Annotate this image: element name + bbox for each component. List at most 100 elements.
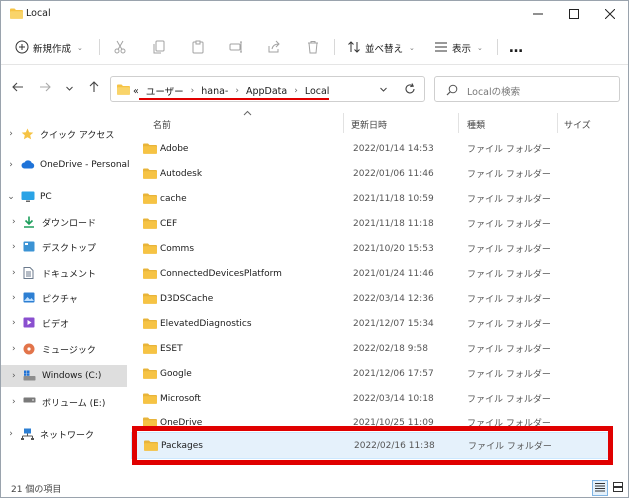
chevron-right-icon[interactable]: › xyxy=(1,344,21,354)
column-divider[interactable] xyxy=(557,113,558,133)
nav-item-downloads[interactable]: › ダウンロード xyxy=(1,211,127,233)
table-row[interactable]: D3DSCache 2022/03/14 12:36 ファイル フォルダー xyxy=(131,286,613,311)
rename-button[interactable] xyxy=(229,38,243,58)
nav-item-onedrive[interactable]: › OneDrive - Personal xyxy=(1,154,129,176)
chevron-right-icon[interactable]: › xyxy=(235,86,239,96)
search-box[interactable]: Localの検索 xyxy=(434,76,620,102)
forward-arrow-icon[interactable] xyxy=(39,81,51,96)
table-row[interactable]: Google 2021/12/06 17:57 ファイル フォルダー xyxy=(131,361,613,386)
column-name[interactable]: 名前 xyxy=(153,118,171,131)
file-name: ElevatedDiagnostics xyxy=(160,318,252,329)
refresh-icon[interactable] xyxy=(404,83,416,98)
breadcrumb-item[interactable]: ユーザー xyxy=(146,84,184,98)
nav-item-desktop[interactable]: › デスクトップ xyxy=(1,236,127,258)
search-input[interactable]: Localの検索 xyxy=(467,84,520,98)
table-row[interactable]: ESET 2022/02/18 9:58 ファイル フォルダー xyxy=(131,336,613,361)
nav-item-quick-access[interactable]: › クイック アクセス xyxy=(1,123,127,145)
chevron-right-icon[interactable]: › xyxy=(1,217,21,227)
chevron-right-icon[interactable]: › xyxy=(1,242,21,252)
paste-button[interactable] xyxy=(191,38,205,58)
sort-up-icon xyxy=(243,109,252,118)
desktop-icon xyxy=(23,241,37,253)
chevron-right-icon[interactable]: › xyxy=(294,86,298,96)
table-row[interactable]: Autodesk 2022/01/06 11:46 ファイル フォルダー xyxy=(131,161,613,186)
folder-icon xyxy=(143,318,157,332)
nav-item-documents[interactable]: › ドキュメント xyxy=(1,262,127,284)
file-name: ConnectedDevicesPlatform xyxy=(160,268,282,279)
breadcrumb-overflow[interactable]: « xyxy=(133,86,139,97)
maximize-button[interactable] xyxy=(556,1,592,27)
search-icon xyxy=(446,84,458,99)
folder-icon xyxy=(143,343,157,357)
table-row[interactable]: Microsoft 2022/03/14 10:18 ファイル フォルダー xyxy=(131,386,613,411)
view-button[interactable]: 表示 ⌄ xyxy=(434,38,483,58)
column-date[interactable]: 更新日時 xyxy=(351,118,387,131)
folder-icon xyxy=(143,143,157,157)
chevron-right-icon[interactable]: › xyxy=(191,86,195,96)
file-name: Google xyxy=(160,368,192,379)
nav-item-pc[interactable]: ⌄ PC xyxy=(1,186,127,208)
file-name: D3DSCache xyxy=(160,293,214,304)
copy-button[interactable] xyxy=(152,38,166,58)
up-arrow-icon[interactable] xyxy=(88,81,100,96)
table-row[interactable]: Comms 2021/10/20 15:53 ファイル フォルダー xyxy=(131,236,613,261)
chevron-right-icon[interactable]: › xyxy=(1,371,21,381)
column-divider[interactable] xyxy=(458,113,459,133)
nav-item-label: ビデオ xyxy=(42,319,70,330)
new-button[interactable]: 新規作成 ⌄ xyxy=(15,38,83,58)
chevron-down-icon[interactable]: ⌄ xyxy=(1,192,21,202)
close-button[interactable] xyxy=(592,1,628,27)
table-row[interactable]: cache 2021/11/18 10:59 ファイル フォルダー xyxy=(131,186,613,211)
nav-item-music[interactable]: › ミュージック xyxy=(1,338,127,360)
share-button[interactable] xyxy=(267,38,281,58)
breadcrumb: « ユーザー › hana- › AppData › Local xyxy=(133,84,330,99)
chevron-right-icon[interactable]: › xyxy=(1,397,21,407)
more-button[interactable]: … xyxy=(509,38,523,58)
monitor-icon xyxy=(21,191,35,203)
table-row[interactable]: Adobe 2022/01/14 14:53 ファイル フォルダー xyxy=(131,136,613,161)
minimize-button[interactable] xyxy=(520,1,556,27)
chevron-right-icon[interactable]: › xyxy=(1,293,21,303)
nav-item-windows-c[interactable]: › Windows (C:) xyxy=(1,365,127,387)
file-list: 名前 更新日時 種類 サイズ Adobe 2022/01/14 14:53 ファ… xyxy=(131,109,628,477)
column-divider[interactable] xyxy=(343,113,344,133)
breadcrumb-item[interactable]: hana- xyxy=(201,86,228,97)
sort-icon xyxy=(347,40,361,57)
status-bar: 21 個の項目 xyxy=(1,479,628,497)
chevron-right-icon[interactable]: › xyxy=(1,429,21,439)
nav-item-volume-e[interactable]: › ボリューム (E:) xyxy=(1,391,127,413)
cut-button[interactable] xyxy=(113,38,127,58)
address-bar[interactable]: « ユーザー › hana- › AppData › Local xyxy=(110,76,425,102)
nav-item-videos[interactable]: › ビデオ xyxy=(1,312,127,334)
chevron-down-icon: ⌄ xyxy=(477,44,483,52)
recent-chevron-icon[interactable] xyxy=(65,82,74,96)
tiles-view-button[interactable] xyxy=(610,480,626,496)
column-size[interactable]: サイズ xyxy=(564,118,591,131)
file-name: Comms xyxy=(160,243,195,254)
column-type[interactable]: 種類 xyxy=(467,118,485,131)
nav-item-network[interactable]: › ネットワーク xyxy=(1,423,127,445)
table-row[interactable]: ElevatedDiagnostics 2021/12/07 15:34 ファイ… xyxy=(131,311,613,336)
sort-button[interactable]: 並べ替え ⌄ xyxy=(347,38,415,58)
rename-icon xyxy=(229,40,243,57)
table-row[interactable]: CEF 2021/11/18 11:18 ファイル フォルダー xyxy=(131,211,613,236)
chevron-right-icon[interactable]: › xyxy=(1,160,21,170)
file-date: 2021/12/06 17:57 xyxy=(353,368,434,379)
trash-icon xyxy=(306,40,320,57)
chevron-right-icon[interactable]: › xyxy=(1,318,21,328)
delete-button[interactable] xyxy=(306,38,320,58)
folder-icon xyxy=(143,243,157,257)
back-arrow-icon[interactable] xyxy=(12,81,24,96)
chevron-right-icon[interactable]: › xyxy=(1,129,21,139)
breadcrumb-item[interactable]: AppData xyxy=(246,86,287,97)
table-row[interactable]: ConnectedDevicesPlatform 2021/01/24 11:4… xyxy=(131,261,613,286)
folder-icon xyxy=(10,8,23,22)
details-view-button[interactable] xyxy=(592,480,608,496)
nav-item-pictures[interactable]: › ピクチャ xyxy=(1,287,127,309)
breadcrumb-item[interactable]: Local xyxy=(305,86,330,97)
chevron-down-icon[interactable] xyxy=(379,85,388,97)
plus-circle-icon xyxy=(15,40,29,57)
file-date: 2021/12/07 15:34 xyxy=(353,318,434,329)
file-type: ファイル フォルダー xyxy=(467,170,551,180)
chevron-right-icon[interactable]: › xyxy=(1,268,21,278)
